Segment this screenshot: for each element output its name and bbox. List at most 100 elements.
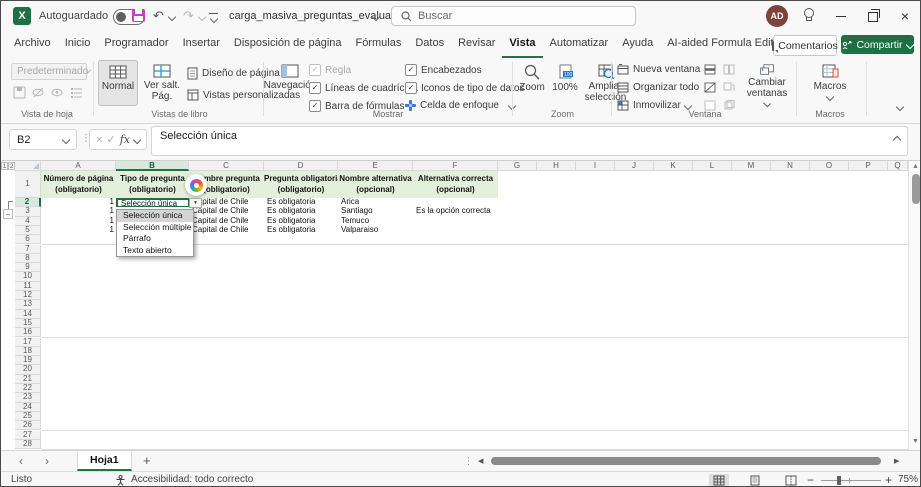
column-header-F[interactable]: F [413, 161, 498, 171]
column-header-Q[interactable]: Q [888, 161, 908, 171]
checkbox-lineas-cuadricula[interactable]: ✓ Líneas de cuadrícula [309, 82, 418, 94]
column-header-N[interactable]: N [771, 161, 810, 171]
column-header-G[interactable]: G [498, 161, 537, 171]
cell-K28[interactable] [654, 440, 694, 450]
copilot-icon[interactable] [185, 174, 207, 196]
cell-Q1[interactable] [888, 171, 909, 199]
cell-O28[interactable] [810, 440, 850, 450]
cell-L28[interactable] [693, 440, 733, 450]
tab-ayuda[interactable]: Ayuda [615, 31, 660, 58]
cell-E28[interactable] [338, 440, 414, 450]
column-header-E[interactable]: E [338, 161, 413, 171]
outline-level-2-button[interactable]: 2 [8, 162, 15, 170]
zoom-slider-thumb[interactable] [837, 476, 841, 485]
restore-button[interactable] [858, 1, 888, 31]
cell-F1[interactable]: Alternativa correcta(opcional) [413, 171, 499, 199]
dropdown-option[interactable]: Texto abierto [117, 245, 193, 257]
column-header-B[interactable]: B [116, 161, 189, 171]
dropdown-option[interactable]: Selección única [117, 210, 193, 222]
tab-disposicion[interactable]: Disposición de página [227, 31, 349, 58]
column-header-D[interactable]: D [264, 161, 338, 171]
cell-D28[interactable] [264, 440, 339, 450]
tab-inicio[interactable]: Inicio [58, 31, 98, 58]
cell-I28[interactable] [576, 440, 616, 450]
tab-automatizar[interactable]: Automatizar [543, 31, 616, 58]
scroll-up-icon[interactable]: ▲ [912, 163, 919, 170]
scroll-down-icon[interactable]: ▼ [912, 438, 919, 445]
page-break-toggle[interactable] [781, 474, 801, 487]
add-sheet-button[interactable]: + [143, 451, 151, 471]
cell-J1[interactable] [615, 171, 655, 199]
formula-input[interactable]: Selección única [151, 126, 908, 156]
sheet-tab-hoja1[interactable]: Hoja1 [77, 451, 132, 471]
column-header-M[interactable]: M [732, 161, 771, 171]
save-icon[interactable] [132, 9, 145, 22]
document-title[interactable]: carga_masiva_preguntas_evaluacio... [229, 1, 414, 31]
cell-G1[interactable] [498, 171, 538, 199]
name-box[interactable]: B2 [9, 129, 77, 150]
cell-H28[interactable] [537, 440, 577, 450]
outline-level-1-button[interactable]: 1 [1, 162, 8, 170]
hscroll-right-icon[interactable]: ▶ [894, 457, 899, 465]
cell-M28[interactable] [732, 440, 772, 450]
collapse-ribbon-chevron-icon[interactable] [896, 103, 904, 111]
normal-view-toggle[interactable] [709, 474, 729, 487]
hscroll-left-icon[interactable]: ◀ [478, 457, 483, 465]
zoom-slider-track[interactable] [821, 480, 881, 481]
data-validation-dropdown-button[interactable]: ▼ [189, 198, 202, 208]
cell-I1[interactable] [576, 171, 616, 199]
insert-function-icon[interactable]: fx [120, 133, 130, 146]
cell-H1[interactable] [537, 171, 577, 199]
cell-G28[interactable] [498, 440, 538, 450]
checkbox-encabezados[interactable]: ✓ Encabezados [405, 64, 482, 76]
column-header-O[interactable]: O [810, 161, 849, 171]
cell-O1[interactable] [810, 171, 850, 199]
tab-vista[interactable]: Vista [502, 31, 542, 58]
dropdown-option[interactable]: Selección múltiple [117, 222, 193, 234]
cell-L1[interactable] [693, 171, 733, 199]
cell-P1[interactable] [849, 171, 889, 199]
accessibility-status[interactable]: Accesibilidad: todo correcto [131, 472, 253, 487]
search-box[interactable]: Buscar [391, 6, 636, 26]
page-layout-toggle[interactable] [745, 474, 765, 487]
new-window-button[interactable]: Nueva ventana [617, 64, 700, 75]
column-header-A[interactable]: A [41, 161, 116, 171]
next-sheet-icon[interactable]: › [45, 451, 49, 471]
cell-B28[interactable] [116, 440, 190, 450]
lightbulb-icon[interactable] [802, 8, 814, 20]
prev-sheet-icon[interactable]: ‹ [19, 451, 23, 471]
share-button[interactable]: Compartir [841, 35, 914, 54]
zoom-button[interactable]: Zoom [516, 60, 548, 106]
tab-formulas[interactable]: Fórmulas [349, 31, 409, 58]
cell-Q28[interactable] [888, 440, 909, 450]
excel-app-icon[interactable]: X [13, 7, 31, 25]
normal-view-button[interactable]: Normal [98, 60, 138, 106]
page-layout-button[interactable]: Diseño de página [187, 67, 280, 80]
switch-windows-button[interactable]: Cambiar ventanas [741, 60, 793, 106]
cell-B1[interactable]: Tipo de pregunta(obligatorio) [116, 171, 190, 199]
undo-chevron-icon[interactable] [168, 13, 176, 21]
zoom-in-button[interactable]: + [885, 472, 892, 487]
tab-ai-formula-editor[interactable]: AI-aided Formula Editor [660, 31, 790, 58]
hide-window-icon[interactable] [704, 82, 716, 93]
comments-button[interactable]: Comentarios [773, 35, 837, 56]
horizontal-scroll-thumb[interactable] [491, 457, 881, 465]
tab-insertar[interactable]: Insertar [176, 31, 227, 58]
cell-C28[interactable] [189, 440, 265, 450]
zoom-out-button[interactable]: − [807, 472, 814, 487]
avatar[interactable]: AD [766, 5, 788, 27]
row-header-1[interactable]: 1 [15, 171, 41, 198]
column-header-J[interactable]: J [615, 161, 654, 171]
tab-revisar[interactable]: Revisar [451, 31, 502, 58]
cell-D1[interactable]: Pregunta obligatoria(obligatorio) [264, 171, 339, 199]
macros-button[interactable]: Macros [807, 60, 853, 106]
tab-splitter-icon[interactable]: ⋮ [464, 456, 473, 467]
cell-N1[interactable] [771, 171, 811, 199]
tab-programador[interactable]: Programador [97, 31, 175, 58]
outline-collapse-button[interactable]: − [3, 209, 13, 219]
quick-access-chevron-icon[interactable] [210, 15, 218, 23]
fx-chevron-icon[interactable] [133, 135, 141, 143]
zoom-level[interactable]: 75% [898, 472, 918, 487]
tab-datos[interactable]: Datos [408, 31, 451, 58]
column-header-K[interactable]: K [654, 161, 693, 171]
